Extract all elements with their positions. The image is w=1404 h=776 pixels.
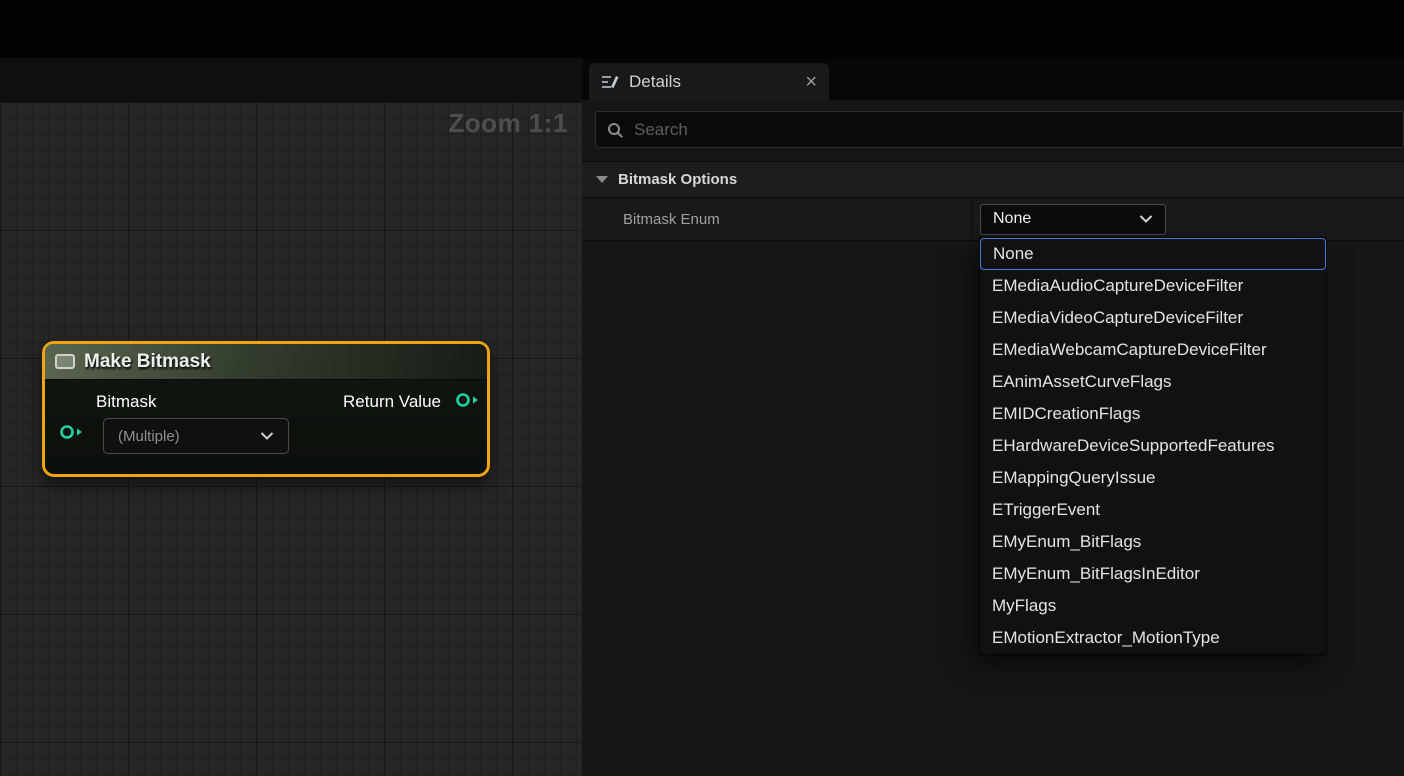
dropdown-item[interactable]: EMotionExtractor_MotionType — [980, 622, 1326, 654]
collapse-arrow-icon — [596, 176, 608, 183]
tab-details[interactable]: Details × — [589, 63, 829, 100]
bitmask-input-pin[interactable] — [59, 424, 85, 445]
dropdown-item[interactable]: EMediaVideoCaptureDeviceFilter — [980, 302, 1326, 334]
dropdown-item[interactable]: EMyEnum_BitFlags — [980, 526, 1326, 558]
property-label: Bitmask Enum — [582, 211, 972, 228]
graph-editor: Zoom 1:1 Make Bitmask Bitmask Return Val… — [0, 58, 582, 776]
node-header[interactable]: Make Bitmask — [45, 344, 487, 380]
dropdown-item[interactable]: EMIDCreationFlags — [980, 398, 1326, 430]
details-panel: Details × Bitmask Options Bitmask Enum N… — [582, 58, 1404, 776]
bitmask-enum-dropdown[interactable]: None — [980, 204, 1166, 235]
input-pin-label: Bitmask — [96, 392, 156, 412]
graph-header-strip — [0, 58, 582, 102]
property-value-cell: None — [972, 198, 1404, 240]
top-menu-bar — [0, 0, 1404, 58]
make-struct-icon — [55, 354, 75, 369]
details-tabbar: Details × — [582, 58, 1404, 100]
details-search-bar — [595, 111, 1404, 148]
node-title: Make Bitmask — [84, 351, 211, 373]
close-icon[interactable]: × — [805, 72, 817, 92]
dropdown-item[interactable]: ETriggerEvent — [980, 494, 1326, 526]
dropdown-item[interactable]: EHardwareDeviceSupportedFeatures — [980, 430, 1326, 462]
dropdown-item[interactable]: None — [980, 238, 1326, 270]
dropdown-item[interactable]: EMappingQueryIssue — [980, 462, 1326, 494]
make-bitmask-node[interactable]: Make Bitmask Bitmask Return Value (Multi… — [42, 341, 490, 477]
return-value-output-pin[interactable] — [455, 392, 481, 413]
search-input[interactable] — [634, 120, 1393, 140]
dropdown-item[interactable]: MyFlags — [980, 590, 1326, 622]
chevron-down-icon — [260, 432, 274, 440]
chevron-down-icon — [1139, 215, 1153, 223]
dropdown-item[interactable]: EAnimAssetCurveFlags — [980, 366, 1326, 398]
tab-title: Details — [629, 72, 795, 92]
pin-circle-icon — [59, 424, 85, 440]
bitmask-value-dropdown[interactable]: (Multiple) — [103, 418, 289, 454]
section-title: Bitmask Options — [618, 171, 737, 188]
enum-dropdown-list: NoneEMediaAudioCaptureDeviceFilterEMedia… — [979, 237, 1327, 655]
bitmask-enum-value: None — [993, 210, 1031, 228]
unreal-editor-window: Zoom 1:1 Make Bitmask Bitmask Return Val… — [0, 0, 1404, 776]
bitmask-enum-row: Bitmask Enum None — [582, 198, 1404, 241]
dropdown-item[interactable]: EMediaWebcamCaptureDeviceFilter — [980, 334, 1326, 366]
bitmask-value-label: (Multiple) — [118, 428, 180, 445]
search-icon — [606, 121, 624, 139]
dropdown-item[interactable]: EMyEnum_BitFlagsInEditor — [980, 558, 1326, 590]
dropdown-item[interactable]: EMediaAudioCaptureDeviceFilter — [980, 270, 1326, 302]
section-bitmask-options[interactable]: Bitmask Options — [582, 161, 1404, 198]
zoom-level-label: Zoom 1:1 — [448, 108, 568, 139]
details-icon — [601, 73, 619, 91]
pin-circle-icon — [455, 392, 481, 408]
output-pin-label: Return Value — [343, 392, 441, 412]
